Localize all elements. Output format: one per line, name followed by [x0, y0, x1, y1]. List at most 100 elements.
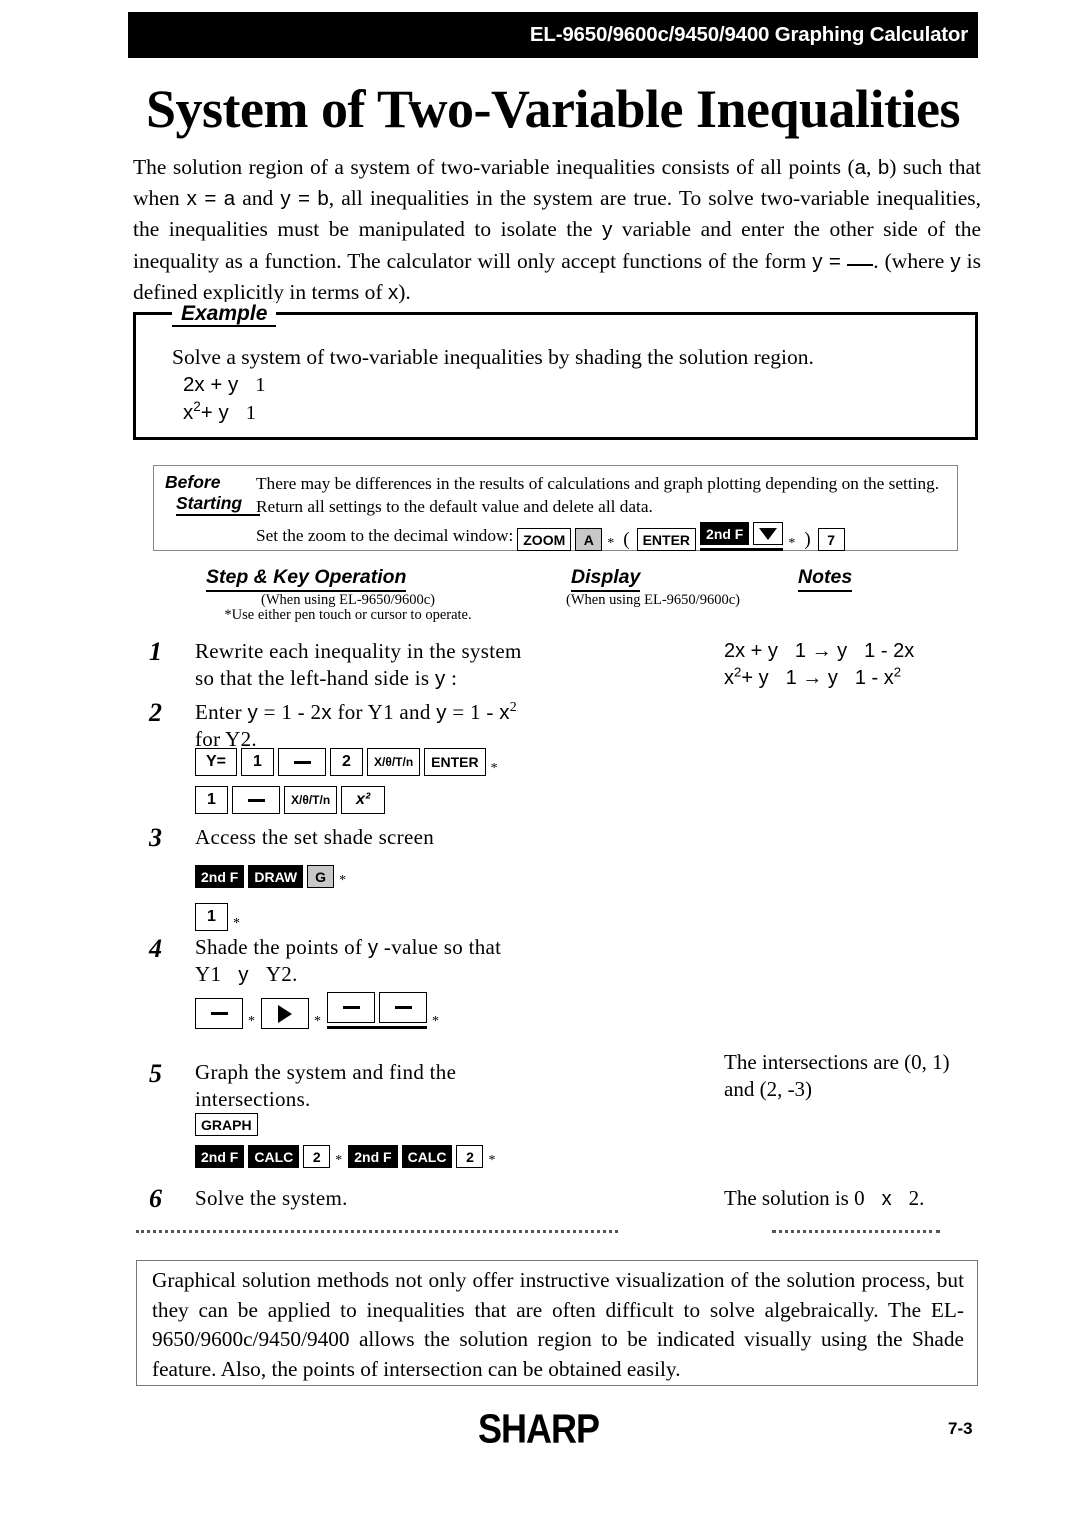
enter-key-step2[interactable]: ENTER [424, 748, 486, 776]
one-key[interactable]: 1 [241, 748, 274, 776]
s4-c: -value so that [378, 935, 502, 959]
right-arrow-key[interactable] [261, 998, 309, 1029]
display-text-5: The intersections are (0, 1) and (2, -3) [724, 1049, 984, 1103]
display-5-line-1: The intersections are (0, 1) [724, 1050, 950, 1074]
step-4-keys-row-1: * * * [195, 992, 441, 1029]
d2-lhs2: + y [741, 667, 769, 689]
second-f-key-step5a[interactable]: 2nd F [195, 1145, 245, 1168]
two-key-step5b[interactable]: 2 [456, 1145, 484, 1168]
minus-icon [210, 1012, 228, 1015]
d1-arrow: → [811, 640, 832, 662]
draw-key[interactable]: DRAW [248, 865, 304, 888]
minus-key-step4b[interactable] [327, 992, 375, 1023]
minus-icon [394, 1006, 412, 1009]
page-number: 7-3 [948, 1419, 973, 1438]
minus-icon [247, 798, 265, 802]
s4-y1: Y1 [195, 962, 222, 986]
step-3-keys-row-1: 2nd F DRAW G * [195, 865, 348, 888]
footnote-star-3: * [490, 761, 498, 776]
step-text-4: Shade the points of y -value so that Y1 y… [195, 934, 615, 988]
step-number-3: 3 [149, 823, 162, 852]
graph-key[interactable]: GRAPH [195, 1113, 258, 1136]
step-number-6: 6 [149, 1184, 162, 1213]
display-text-1: 2x + y1 → y1 - 2x x2+ y1 → y1 - x2 [724, 638, 974, 692]
dotted-separator-right [772, 1226, 940, 1233]
s4-a: Shade the points of [195, 935, 368, 959]
s2-g: = 1 - [446, 700, 500, 724]
d2-arrow: → [802, 667, 823, 689]
s2-d: x [321, 701, 332, 724]
step-text-6: Solve the system. [195, 1186, 348, 1210]
y-equals-key[interactable]: Y= [195, 748, 237, 776]
calc-key-a[interactable]: CALC [248, 1145, 300, 1168]
step-1-line-2c: : [445, 666, 458, 690]
d6-a: The solution is 0 [724, 1186, 865, 1210]
d1-expr: 1 - 2x [864, 640, 915, 662]
step-text-5: Graph the system and find the intersecti… [195, 1059, 615, 1113]
display-text-6: The solution is 0 x 2. [724, 1185, 984, 1213]
x-squared-key[interactable]: x² [341, 786, 386, 814]
step-4-line-1: Shade the points of y -value so that [195, 934, 615, 961]
d2-expr: 1 - x [854, 667, 894, 689]
d6-x: x [881, 1188, 892, 1210]
minus-icon [293, 760, 311, 764]
display-1-line-2: x2+ y1 → y1 - x2 [724, 665, 974, 692]
step-1-line-2a: so that the left-hand side is [195, 666, 435, 690]
footnote-star-6: * [248, 1014, 255, 1029]
chevron-right-icon [278, 1004, 292, 1023]
step-2-line-1: Enter y = 1 - 2x for Y1 and y = 1 - x2 [195, 699, 615, 726]
d2-y: y [827, 667, 838, 689]
step-2-keys-row-2: 1 X/θ/T/n x² [195, 786, 386, 814]
step-5-keys-row-1: GRAPH [195, 1113, 258, 1136]
s4-y: y [238, 963, 249, 986]
minus-key-2[interactable] [232, 786, 280, 814]
step-1-line-2b: y [434, 667, 446, 690]
s2-e: for Y1 and [331, 700, 437, 724]
sharp-logo: SHARP [478, 1405, 600, 1452]
minus-icon [342, 1006, 360, 1009]
minus-key-step4[interactable] [195, 998, 243, 1029]
calc-key-b[interactable]: CALC [401, 1145, 453, 1168]
s2-c: = 1 - 2 [258, 700, 322, 724]
display-5-line-2: and (2, -3) [724, 1077, 813, 1101]
step-text-3: Access the set shade screen [195, 825, 434, 849]
d6-b: 2. [908, 1186, 925, 1210]
one-key-step3[interactable]: 1 [195, 903, 228, 931]
footnote-star-10: * [488, 1153, 496, 1168]
d2-exp2: 2 [893, 664, 902, 680]
footnote-star-9: * [335, 1153, 343, 1168]
conclusion-text: Graphical solution methods not only offe… [152, 1266, 964, 1384]
dotted-separator-left [136, 1226, 618, 1233]
conclusion-paragraph: Graphical solution methods not only offe… [152, 1268, 964, 1381]
g-key[interactable]: G [307, 865, 335, 888]
d1-lhs: 2x + y [724, 640, 778, 662]
footnote-star-8: * [432, 1014, 439, 1029]
step-5-line-1: Graph the system and find the [195, 1060, 457, 1084]
step-number-4: 4 [149, 934, 162, 963]
x-theta-t-n-key[interactable]: X/θ/T/n [367, 748, 421, 776]
one-key-2[interactable]: 1 [195, 786, 228, 814]
s2-f: y [436, 701, 447, 724]
double-minus-group [327, 992, 427, 1029]
x-theta-t-n-key-2[interactable]: X/θ/T/n [284, 786, 338, 814]
minus-key-step4c[interactable] [379, 992, 427, 1023]
display-1-line-1: 2x + y 1 → y 1 - 2x [724, 638, 974, 665]
second-f-key-step3[interactable]: 2nd F [195, 865, 245, 888]
minus-key[interactable] [278, 748, 326, 776]
two-key[interactable]: 2 [330, 748, 363, 776]
step-number-1: 1 [149, 637, 162, 666]
step-2-keys-row-1: Y= 1 2 X/θ/T/n ENTER * [195, 748, 500, 776]
s2-exp: 2 [509, 699, 517, 714]
footnote-star-5: * [233, 916, 240, 931]
footnote-star-7: * [314, 1014, 321, 1029]
two-key-step5a[interactable]: 2 [303, 1145, 331, 1168]
step-5-line-2: intersections. [195, 1087, 311, 1111]
s2-h: x [499, 701, 510, 724]
footnote-star-4: * [339, 873, 347, 888]
d1-y: y [837, 640, 848, 662]
s4-y2: Y2. [265, 962, 298, 986]
second-f-key-step5b[interactable]: 2nd F [348, 1145, 398, 1168]
step-number-2: 2 [149, 698, 162, 727]
s2-a: Enter [195, 700, 248, 724]
step-1-line-2: so that the left-hand side is y : [195, 665, 615, 692]
